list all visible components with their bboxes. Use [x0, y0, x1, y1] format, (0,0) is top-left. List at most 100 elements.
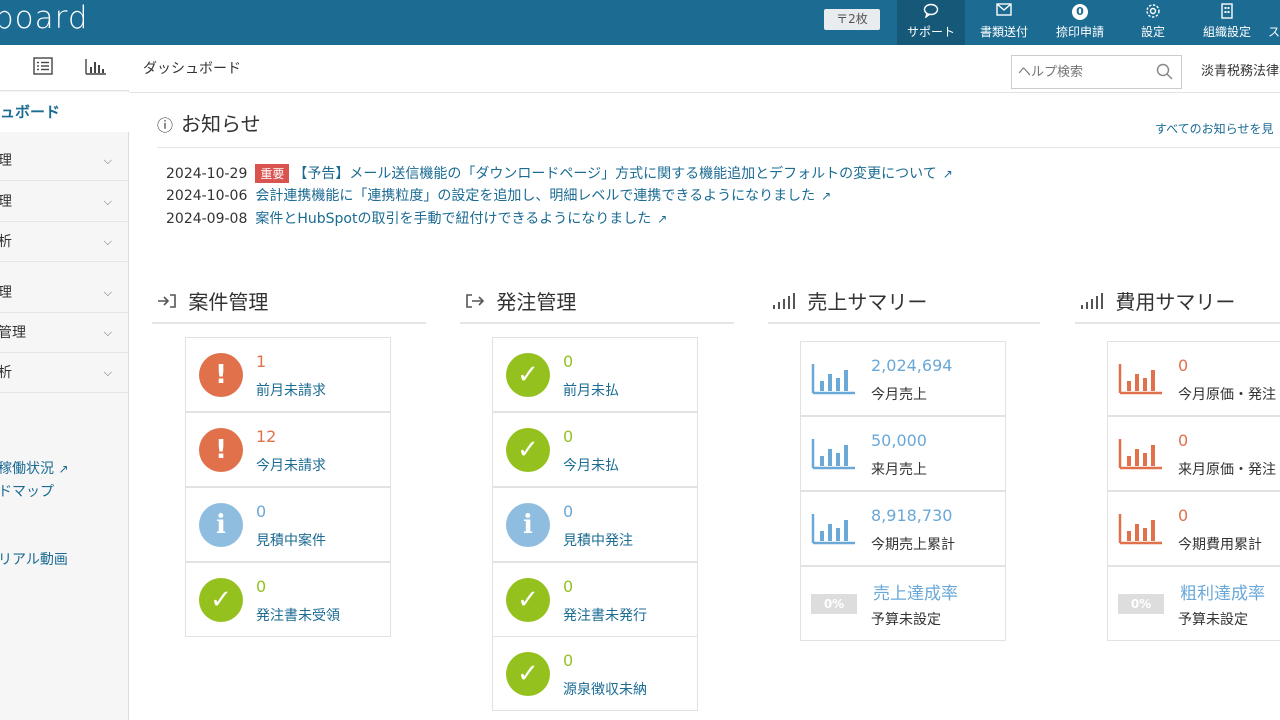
- sales-summary-title: 売上サマリー: [772, 286, 927, 315]
- sidebar-group[interactable]: 析 ⌵: [0, 222, 128, 262]
- nav-support[interactable]: サポート: [897, 0, 965, 45]
- app-logo[interactable]: board: [0, 0, 89, 36]
- help-search-input[interactable]: [1012, 56, 1147, 88]
- nav-send-documents[interactable]: 書類送付: [970, 0, 1038, 45]
- mail-icon: [970, 0, 1038, 20]
- external-link-icon: ↗: [58, 462, 69, 476]
- seal-request-count-badge: 0: [1072, 4, 1088, 20]
- list-view-icon[interactable]: [33, 57, 53, 80]
- sidebar-link-status[interactable]: 稼働状況 ↗: [0, 458, 69, 478]
- external-link-icon[interactable]: ↗: [821, 189, 831, 203]
- bar-chart-icon: [811, 512, 857, 546]
- breadcrumb: ダッシュボード: [143, 61, 241, 77]
- chevron-down-icon: ⌵: [103, 235, 112, 248]
- chart-view-icon[interactable]: [85, 57, 107, 80]
- divider: [768, 322, 1040, 324]
- notice-link[interactable]: 【予告】メール送信機能の「ダウンロードページ」方式に関する機能追加とデフォルトの…: [293, 166, 936, 182]
- achievement-rate-title: 売上達成率: [873, 584, 958, 604]
- nav-seal-request[interactable]: 0 捺印申請: [1046, 0, 1114, 45]
- info-icon: i: [506, 503, 550, 547]
- chat-icon: [897, 0, 965, 20]
- external-link-icon[interactable]: ↗: [943, 167, 953, 181]
- bar-chart-icon: [1118, 437, 1164, 471]
- sidebar-group[interactable]: 理 ⌵: [0, 182, 128, 222]
- divider: [157, 147, 1280, 148]
- orders-section-title: 発注管理: [465, 286, 576, 315]
- nav-settings[interactable]: 設定: [1120, 0, 1186, 45]
- bar-chart-icon: [1118, 362, 1164, 396]
- sidebar-group[interactable]: 析 ⌵: [0, 353, 128, 393]
- bar-chart-icon: [811, 437, 857, 471]
- stat-card[interactable]: ! 12 今月未請求: [185, 412, 391, 487]
- chevron-down-icon: ⌵: [103, 286, 112, 299]
- info-icon: i: [199, 503, 243, 547]
- top-navbar: board 〒2枚 サポート 書類送付 0 捺印申請 設定 組織設定 ス: [0, 0, 1280, 45]
- notice-link[interactable]: 案件とHubSpotの取引を手動で紐付けできるようになりました: [255, 211, 651, 227]
- chevron-down-icon: ⌵: [103, 366, 112, 379]
- divider: [460, 322, 734, 324]
- summary-card[interactable]: 0 今期費用累計: [1107, 491, 1280, 566]
- important-badge: 重要: [255, 164, 290, 183]
- nav-organization-settings[interactable]: 組織設定: [1192, 0, 1262, 45]
- achievement-rate-title: 粗利達成率: [1180, 584, 1265, 604]
- chevron-down-icon: ⌵: [103, 326, 112, 339]
- summary-card[interactable]: 50,000 来月売上: [800, 416, 1006, 491]
- stat-card[interactable]: ✓ 0 前月未払: [492, 337, 698, 412]
- help-search: [1011, 55, 1182, 89]
- stat-card[interactable]: ✓ 0 源泉徴収未納: [492, 636, 698, 711]
- notice-link[interactable]: 会計連携機能に「連携粒度」の設定を追加し、明細レベルで連携できるようになりました: [255, 188, 815, 204]
- cost-summary-title: 費用サマリー: [1080, 286, 1235, 315]
- check-icon: ✓: [506, 652, 550, 696]
- sidebar-group[interactable]: 管理 ⌵: [0, 313, 128, 353]
- sidebar-link-roadmap[interactable]: ドマップ: [0, 481, 54, 501]
- achievement-card[interactable]: 0% 粗利達成率 予算未設定: [1107, 566, 1280, 641]
- sign-out-icon: [465, 294, 490, 314]
- summary-card[interactable]: 0 来月原価・発注: [1107, 416, 1280, 491]
- bar-chart-icon: [811, 362, 857, 396]
- sidebar-view-switcher: ⁝: [0, 45, 129, 91]
- nav-more[interactable]: ス: [1268, 0, 1280, 45]
- divider: [130, 92, 1280, 93]
- stat-card[interactable]: ✓ 0 今月未払: [492, 412, 698, 487]
- building-icon: [1192, 0, 1262, 20]
- check-icon: ✓: [506, 353, 550, 397]
- external-link-icon[interactable]: ↗: [657, 212, 667, 226]
- summary-card[interactable]: 2,024,694 今月売上: [800, 341, 1006, 416]
- stat-card[interactable]: i 0 見積中発注: [492, 487, 698, 562]
- check-icon: ✓: [506, 428, 550, 472]
- exclamation-icon: !: [199, 353, 243, 397]
- stat-card[interactable]: ✓ 0 発注書未発行: [492, 562, 698, 637]
- check-icon: ✓: [506, 578, 550, 622]
- notice-item: 2024-09-08 案件とHubSpotの取引を手動で紐付けできるようになりまし…: [166, 211, 668, 227]
- sidebar-group[interactable]: 理 ⌵: [0, 273, 128, 313]
- sign-in-icon: [157, 294, 182, 314]
- bar-chart-icon: [1118, 512, 1164, 546]
- projects-section-title: 案件管理: [157, 286, 268, 315]
- progress-percent: 0%: [811, 594, 857, 614]
- sidebar-group[interactable]: 理 ⌵: [0, 141, 128, 181]
- stat-card[interactable]: ! 1 前月未請求: [185, 337, 391, 412]
- sidebar-item-dashboard[interactable]: ュボード: [0, 92, 129, 132]
- sidebar-link-tutorial-video[interactable]: リアル動画: [0, 549, 68, 569]
- summary-card[interactable]: 8,918,730 今期売上累計: [800, 491, 1006, 566]
- summary-card[interactable]: 0 今月原価・発注: [1107, 341, 1280, 416]
- achievement-card[interactable]: 0% 売上達成率 予算未設定: [800, 566, 1006, 641]
- notice-item: 2024-10-29 重要 【予告】メール送信機能の「ダウンロードページ」方式に関す…: [166, 164, 953, 183]
- search-icon[interactable]: [1156, 63, 1173, 84]
- info-icon: ⓘ: [157, 116, 174, 135]
- postage-stamp-chip[interactable]: 〒2枚: [824, 9, 880, 30]
- organization-name[interactable]: 淡青税務法律事: [1201, 60, 1280, 79]
- exclamation-icon: !: [199, 428, 243, 472]
- notice-item: 2024-10-06 会計連携機能に「連携粒度」の設定を追加し、明細レベルで連携で…: [166, 188, 832, 204]
- progress-percent: 0%: [1118, 594, 1164, 614]
- chevron-down-icon: ⌵: [103, 154, 112, 167]
- stat-card[interactable]: i 0 見積中案件: [185, 487, 391, 562]
- stat-card[interactable]: ✓ 0 発注書未受領: [185, 562, 391, 637]
- notices-title: ⓘ お知らせ: [157, 112, 261, 136]
- signal-bars-icon: [772, 293, 801, 314]
- sidebar: ⁝ ュボード 理⌵ 理⌵ 析⌵ 理⌵ 管理⌵ 析⌵ 稼働状況 ↗ ドマップ リア…: [0, 45, 129, 720]
- gear-icon: [1120, 0, 1186, 20]
- view-all-notices-link[interactable]: すべてのお知らせを見: [1155, 120, 1273, 137]
- check-icon: ✓: [199, 578, 243, 622]
- divider: [1075, 322, 1280, 324]
